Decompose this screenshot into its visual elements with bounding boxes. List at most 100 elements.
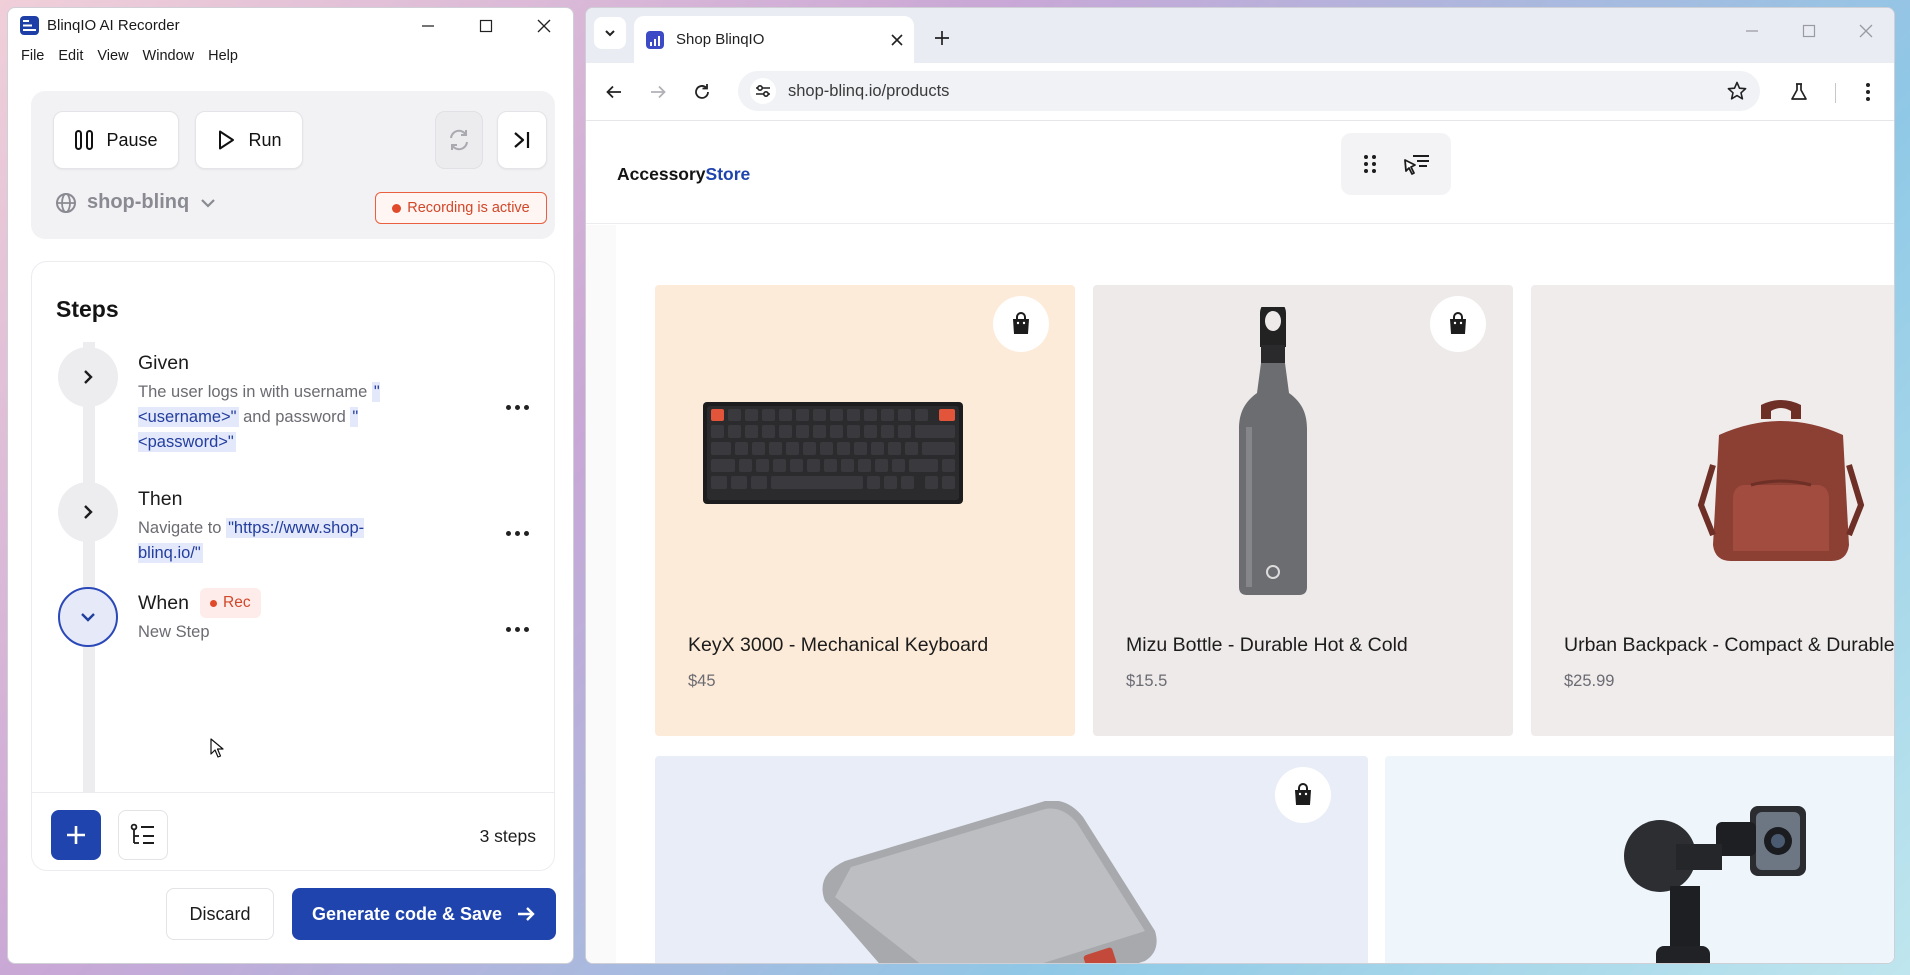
run-button[interactable]: Run — [195, 111, 303, 169]
refresh-icon — [450, 129, 468, 151]
discard-button[interactable]: Discard — [166, 888, 274, 940]
reload-button[interactable] — [685, 75, 719, 109]
play-icon — [219, 130, 235, 150]
site-info-icon — [756, 84, 770, 98]
browser-menu-button[interactable] — [1851, 75, 1885, 109]
forward-button[interactable] — [641, 75, 675, 109]
discard-label: Discard — [189, 903, 251, 924]
more-icon — [523, 530, 529, 536]
tab-search-button[interactable] — [594, 17, 626, 49]
steps-count: 3 steps — [479, 826, 536, 846]
recorder-titlebar: BlinqIO AI Recorder — [8, 8, 573, 43]
product-card[interactable]: Mizu Bottle - Durable Hot & Cold $15.5 — [1093, 285, 1513, 736]
menu-window[interactable]: Window — [136, 48, 202, 64]
minimize-icon — [1745, 29, 1758, 32]
labs-flask-icon — [1791, 83, 1807, 100]
menu-help[interactable]: Help — [201, 48, 245, 64]
project-selector[interactable]: shop-blinq — [55, 191, 217, 214]
new-tab-button[interactable] — [926, 22, 958, 54]
browser-close-button[interactable] — [1837, 8, 1894, 53]
bookmark-star-icon[interactable] — [1726, 80, 1748, 102]
browser-minimize-button[interactable] — [1723, 8, 1780, 53]
site-info-button[interactable] — [750, 78, 776, 104]
product-card[interactable] — [1385, 756, 1894, 963]
skip-to-end-button[interactable] — [497, 111, 547, 169]
browser-maximize-button[interactable] — [1780, 8, 1837, 53]
add-step-button[interactable] — [51, 810, 101, 860]
step-text-part: and password — [238, 408, 351, 426]
rec-dot-icon — [210, 599, 217, 607]
steps-footer: 3 steps — [32, 792, 554, 870]
step-keyword: When — [138, 592, 189, 614]
content-margin — [586, 225, 616, 963]
product-name[interactable]: Urban Backpack - Compact & Durable — [1564, 634, 1894, 657]
plus-icon — [67, 826, 85, 844]
step-expand-button[interactable] — [58, 347, 118, 407]
tab-shop-blinqio[interactable]: Shop BlinqIO — [634, 16, 914, 63]
step-expand-button[interactable] — [58, 482, 118, 542]
window-title: BlinqIO AI Recorder — [47, 17, 180, 34]
more-icon — [523, 626, 529, 632]
step-description: Navigate to "https://www.shop-blinq.io/" — [138, 516, 428, 566]
close-window-button[interactable] — [515, 8, 573, 43]
product-name[interactable]: Mizu Bottle - Durable Hot & Cold — [1126, 634, 1408, 657]
step-more-button[interactable] — [497, 392, 537, 422]
run-label: Run — [248, 129, 282, 150]
labs-button[interactable] — [1782, 75, 1816, 109]
close-tab-icon[interactable] — [890, 33, 904, 47]
more-icon — [514, 404, 520, 410]
steps-timeline — [83, 342, 95, 792]
chevron-down-icon — [81, 613, 95, 622]
logo-main: Accessory — [617, 164, 706, 184]
add-to-cart-button[interactable] — [993, 296, 1049, 352]
grid-view-button[interactable] — [1362, 153, 1378, 175]
refresh-button[interactable] — [435, 111, 483, 169]
step-text-part: The user logs in with username — [138, 383, 372, 401]
store-logo[interactable]: AccessoryStore — [617, 164, 750, 185]
menu-view[interactable]: View — [90, 48, 135, 64]
more-icon — [523, 404, 529, 410]
menu-edit[interactable]: Edit — [51, 48, 90, 64]
backpack-image — [1697, 400, 1865, 561]
maximize-button[interactable] — [457, 8, 515, 43]
favicon-icon — [646, 30, 664, 49]
minimize-button[interactable] — [399, 8, 457, 43]
step-description: The user logs in with username "<usernam… — [138, 380, 438, 455]
address-bar[interactable]: shop-blinq.io/products — [738, 71, 1760, 111]
recording-status-badge: Recording is active — [375, 192, 547, 224]
maximize-icon — [479, 19, 493, 32]
back-button[interactable] — [597, 75, 631, 109]
logo-accent: Store — [705, 164, 751, 184]
tab-title: Shop BlinqIO — [676, 31, 765, 48]
product-card[interactable]: Urban Backpack - Compact & Durable $25.9… — [1531, 285, 1894, 736]
shopping-bag-icon — [1013, 312, 1029, 334]
more-icon — [505, 404, 511, 410]
browser-toolbar: shop-blinq.io/products — [586, 63, 1894, 121]
add-to-cart-button[interactable] — [1275, 767, 1331, 823]
product-name[interactable]: KeyX 3000 - Mechanical Keyboard — [688, 634, 988, 657]
menu-bar: File Edit View Window Help — [8, 43, 573, 69]
url-text[interactable]: shop-blinq.io/products — [788, 82, 949, 101]
menu-file[interactable]: File — [14, 48, 51, 64]
product-grid: KeyX 3000 - Mechanical Keyboard $45 Mizu… — [586, 225, 1894, 963]
close-icon — [1859, 24, 1872, 37]
rec-badge-label: Rec — [223, 594, 251, 611]
reload-icon — [695, 84, 709, 99]
tab-strip: Shop BlinqIO — [586, 8, 1894, 63]
add-to-cart-button[interactable] — [1430, 296, 1486, 352]
site-header: AccessoryStore — [586, 121, 1894, 224]
step-more-button[interactable] — [497, 614, 537, 644]
steps-list-button[interactable] — [118, 810, 168, 860]
power-bank-image — [822, 801, 1157, 963]
pause-button[interactable]: Pause — [53, 111, 179, 169]
product-card[interactable]: KeyX 3000 - Mechanical Keyboard $45 — [655, 285, 1075, 736]
step-collapse-button[interactable] — [58, 587, 118, 647]
generate-code-save-button[interactable]: Generate code & Save — [292, 888, 556, 940]
step-keyword: Then — [138, 488, 183, 510]
back-icon — [606, 85, 621, 99]
step-more-button[interactable] — [497, 518, 537, 548]
more-icon — [514, 530, 520, 536]
pointer-view-button[interactable] — [1403, 151, 1431, 177]
new-step-placeholder[interactable]: New Step — [138, 620, 438, 645]
product-card[interactable] — [655, 756, 1368, 963]
